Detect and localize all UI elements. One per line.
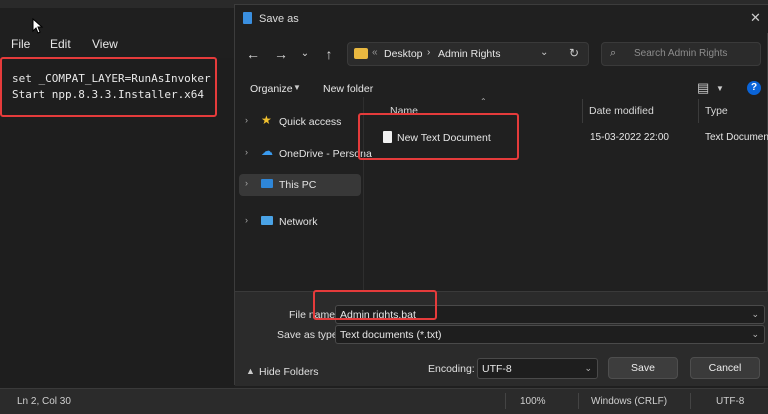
save-type-value: Text documents (*.txt) xyxy=(340,329,442,341)
organize-button[interactable]: Organize xyxy=(250,83,293,95)
network-icon xyxy=(261,216,273,225)
highlight-code xyxy=(0,57,217,117)
chevron-down-icon[interactable]: ⌄ xyxy=(751,329,759,340)
highlight-filename xyxy=(313,290,437,320)
status-position: Ln 2, Col 30 xyxy=(17,396,71,407)
sidebar-label: This PC xyxy=(279,179,317,191)
save-as-dialog: Save as ✕ ← → ⌄ ↑ « Desktop › Admin Righ… xyxy=(234,4,768,386)
status-zoom: 100% xyxy=(520,396,546,407)
notepad-icon xyxy=(243,12,252,24)
address-dropdown-icon[interactable]: ⌄ xyxy=(540,47,548,58)
chevron-right-icon[interactable]: › xyxy=(245,115,248,125)
chevron-down-icon[interactable]: ⌄ xyxy=(584,363,592,374)
dialog-titlebar: Save as ✕ xyxy=(235,5,768,33)
notepad-menubar: File Edit View xyxy=(0,28,234,58)
encoding-label: Encoding: xyxy=(428,363,475,375)
column-header-type[interactable]: Type xyxy=(705,105,728,117)
menu-edit[interactable]: Edit xyxy=(50,37,71,51)
dialog-title: Save as xyxy=(259,13,299,25)
sidebar-item-this-pc[interactable]: › This PC xyxy=(239,174,361,196)
hide-folders-button[interactable]: Hide Folders xyxy=(259,366,319,378)
forward-arrow-icon[interactable]: → xyxy=(271,44,291,64)
help-icon[interactable]: ? xyxy=(747,81,761,95)
back-arrow-icon[interactable]: ← xyxy=(243,44,263,64)
navigation-bar: ← → ⌄ ↑ « Desktop › Admin Rights ⌄ ↻ ⌕ S… xyxy=(235,35,768,73)
navigation-pane: › ★ Quick access › ☁ OneDrive - Persona … xyxy=(235,103,372,291)
file-date: 15-03-2022 22:00 xyxy=(590,132,669,143)
encoding-select[interactable]: UTF-8 ⌄ xyxy=(477,358,598,379)
highlight-file xyxy=(358,113,519,160)
recent-dropdown-icon[interactable]: ⌄ xyxy=(295,44,315,64)
menu-view[interactable]: View xyxy=(92,37,118,51)
breadcrumb-admin-rights[interactable]: Admin Rights xyxy=(438,48,500,60)
sidebar-label: Network xyxy=(279,216,318,228)
caret-up-icon[interactable]: ▲ xyxy=(246,366,255,376)
new-folder-button[interactable]: New folder xyxy=(323,83,373,95)
up-arrow-icon[interactable]: ↑ xyxy=(319,44,339,64)
view-options-icon[interactable]: ▤ xyxy=(697,80,709,96)
search-box[interactable]: ⌕ Search Admin Rights xyxy=(601,42,761,66)
view-dropdown-icon[interactable]: ▼ xyxy=(716,84,724,93)
chevron-right-icon[interactable]: › xyxy=(245,147,248,157)
organize-dropdown-icon[interactable]: ▼ xyxy=(293,83,301,92)
breadcrumb-chevron-icon: › xyxy=(427,47,431,58)
cancel-button[interactable]: Cancel xyxy=(690,357,760,379)
chevron-down-icon[interactable]: ⌄ xyxy=(751,309,759,320)
pc-icon xyxy=(261,179,273,188)
chevron-right-icon[interactable]: › xyxy=(245,178,248,188)
search-placeholder: Search Admin Rights xyxy=(634,48,728,59)
star-icon: ★ xyxy=(261,113,272,127)
folder-icon xyxy=(354,48,368,59)
sidebar-item-quick-access[interactable]: › ★ Quick access xyxy=(239,111,361,133)
status-line-endings: Windows (CRLF) xyxy=(591,396,668,407)
close-icon[interactable]: ✕ xyxy=(750,10,761,26)
save-type-select[interactable]: Text documents (*.txt) ⌄ xyxy=(335,325,765,344)
sidebar-item-network[interactable]: › Network xyxy=(239,211,361,233)
file-type: Text Document xyxy=(705,132,768,143)
sidebar-label: Quick access xyxy=(279,116,342,128)
status-bar: Ln 2, Col 30 100% Windows (CRLF) UTF-8 xyxy=(0,388,768,414)
sort-up-icon: ⌃ xyxy=(480,97,487,106)
encoding-value: UTF-8 xyxy=(482,363,512,375)
search-icon: ⌕ xyxy=(610,47,617,59)
sidebar-item-onedrive[interactable]: › ☁ OneDrive - Persona xyxy=(239,143,372,165)
breadcrumb-desktop[interactable]: Desktop xyxy=(384,48,423,60)
chevron-right-icon[interactable]: › xyxy=(245,215,248,225)
address-bar[interactable]: « Desktop › Admin Rights ⌄ ↻ xyxy=(347,42,589,66)
save-type-label: Save as type: xyxy=(277,329,341,341)
column-header-date[interactable]: Date modified xyxy=(589,105,654,117)
cloud-icon: ☁ xyxy=(261,144,273,158)
save-button[interactable]: Save xyxy=(608,357,678,379)
status-encoding: UTF-8 xyxy=(716,396,745,407)
refresh-icon[interactable]: ↻ xyxy=(569,46,579,60)
menu-file[interactable]: File xyxy=(11,37,30,51)
